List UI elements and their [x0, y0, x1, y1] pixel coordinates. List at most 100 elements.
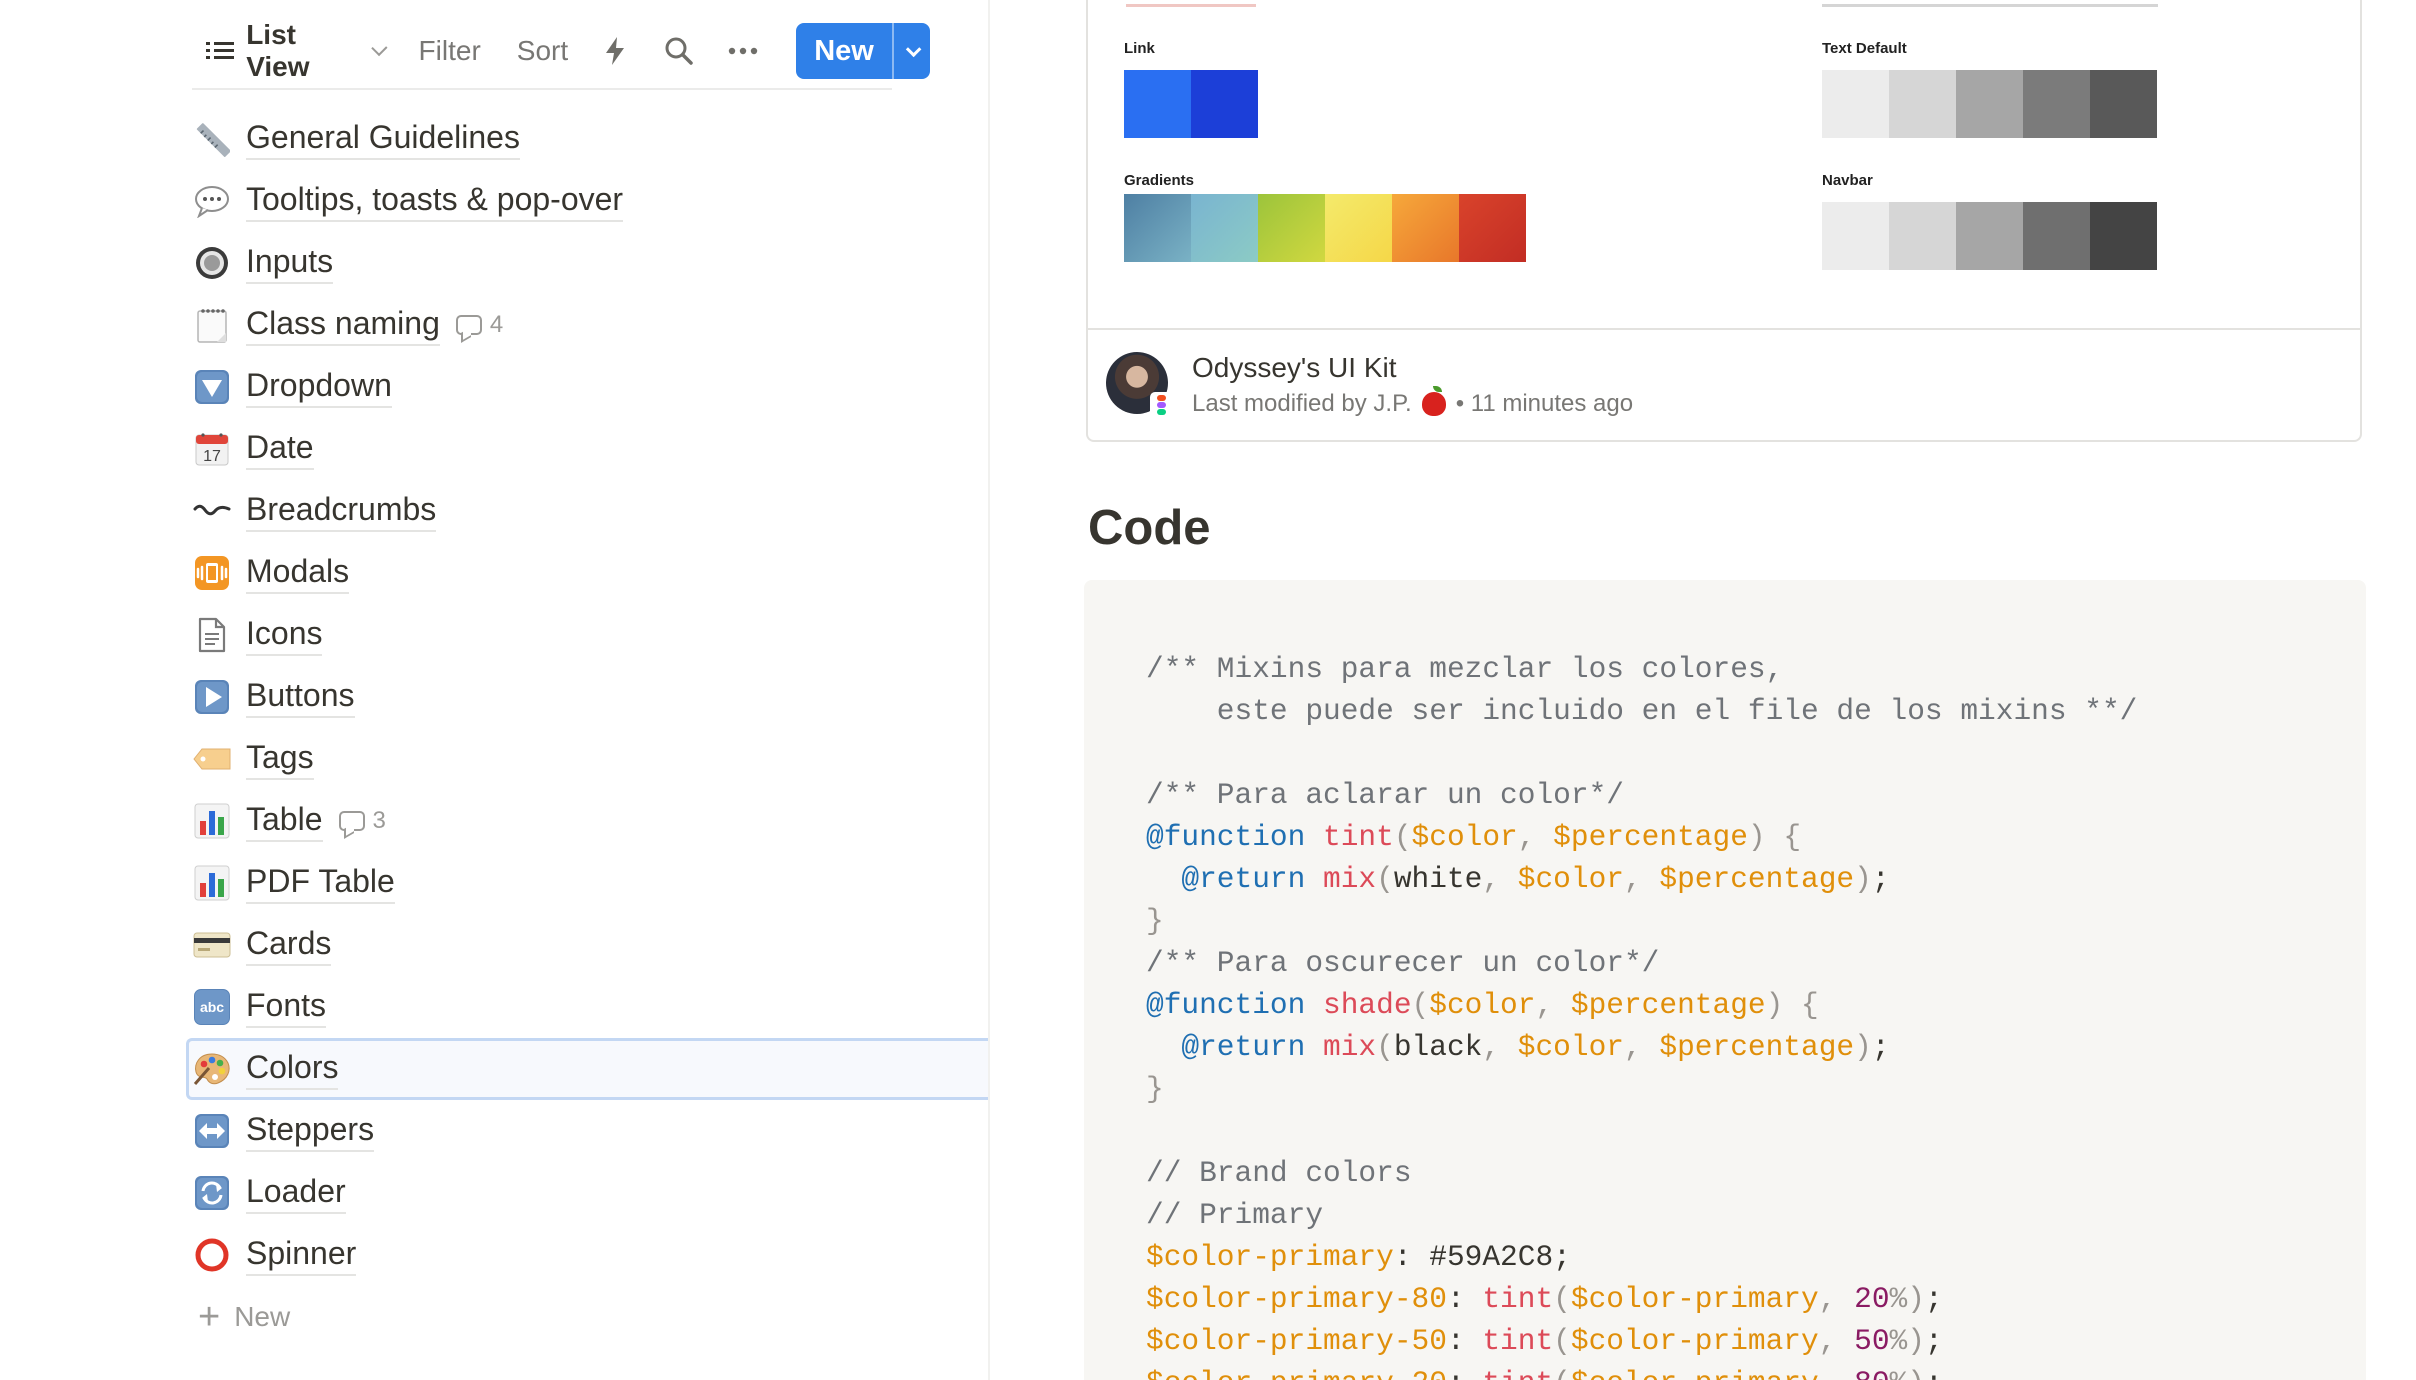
radio-button-icon: [192, 243, 232, 283]
list-item-dropdown[interactable]: Dropdown: [188, 356, 988, 418]
preview-edge: [1822, 4, 2158, 7]
list-item-steppers[interactable]: Steppers: [188, 1100, 988, 1162]
list-item-cards[interactable]: Cards: [188, 914, 988, 976]
chevron-down-icon: [906, 41, 922, 57]
code-block[interactable]: /** Mixins para mezclar los colores, est…: [1084, 580, 2366, 1380]
new-button[interactable]: New: [796, 23, 892, 79]
color-swatch: [2090, 202, 2157, 270]
plus-icon: +: [198, 1296, 221, 1338]
list-item-tags[interactable]: Tags: [188, 728, 988, 790]
bar-chart-icon: [192, 863, 232, 903]
embed-footer[interactable]: Odyssey's UI Kit Last modified by J.P. •…: [1088, 332, 2360, 440]
view-switcher[interactable]: List View: [206, 19, 388, 83]
calendar-icon: 17: [192, 429, 232, 469]
color-swatch: [1889, 70, 1956, 138]
down-arrow-icon: [192, 367, 232, 407]
list-item-class-naming[interactable]: Class naming 4: [188, 294, 988, 356]
figma-embed[interactable]: Link Gradients Text Default Navbar Odyss…: [1086, 0, 2362, 442]
color-swatch: [1822, 202, 1889, 270]
database-list-panel: List View Filter Sort New General Guidel…: [0, 0, 988, 1380]
comment-count-value: 4: [489, 311, 504, 338]
filter-button[interactable]: Filter: [419, 35, 481, 67]
list-item-label: PDF Table: [246, 862, 395, 904]
comment-icon: [338, 811, 365, 831]
list-item-label: Buttons: [246, 676, 355, 718]
page-content: Link Gradients Text Default Navbar Odyss…: [990, 0, 2416, 1380]
chevron-down-icon: [371, 39, 388, 57]
play-button-icon: [192, 677, 232, 717]
list-item-label: Tooltips, toasts & pop-over: [246, 180, 624, 222]
list-item-date[interactable]: 17 Date: [188, 418, 988, 480]
automation-lightning-icon[interactable]: [598, 33, 632, 69]
link-swatch-title: Link: [1124, 40, 1155, 57]
view-toolbar: List View Filter Sort New: [200, 19, 931, 83]
red-apple-icon: [1421, 386, 1446, 416]
view-switcher-label: List View: [246, 19, 310, 82]
figma-logo-icon: [1150, 392, 1172, 418]
list-item-label: General Guidelines: [246, 118, 520, 160]
code-content[interactable]: /** Mixins para mezclar los colores, est…: [1146, 648, 2137, 1380]
color-swatch: [2023, 202, 2090, 270]
code-heading: Code: [1088, 501, 1211, 555]
color-swatch: [1822, 70, 1889, 138]
gradient-swatch: [1459, 194, 1526, 262]
list-item-label: Loader: [246, 1172, 346, 1214]
more-options-icon[interactable]: [726, 33, 760, 69]
list-item-fonts[interactable]: abc Fonts: [188, 976, 988, 1038]
hollow-red-circle-icon: [192, 1235, 232, 1275]
color-swatch: [1889, 202, 1956, 270]
modified-by: Last modified by J.P.: [1192, 390, 1412, 417]
speech-balloon-icon: [192, 181, 232, 221]
list-item-loader[interactable]: Loader: [188, 1162, 988, 1224]
list-item-modals[interactable]: Modals: [188, 542, 988, 604]
list-item-label: Steppers: [246, 1110, 375, 1152]
list-item-breadcrumbs[interactable]: Breadcrumbs: [188, 480, 988, 542]
comment-count[interactable]: 4: [455, 311, 504, 339]
preview-edge: [1126, 4, 1256, 7]
add-new-page-button[interactable]: + New: [188, 1286, 988, 1348]
list-item-spinner[interactable]: Spinner: [188, 1224, 988, 1286]
page-list: General Guidelines Tooltips, toasts & po…: [186, 108, 988, 1348]
comment-count[interactable]: 3: [338, 807, 386, 835]
abc-icon-text: abc: [194, 989, 230, 1025]
gradient-swatch: [1258, 194, 1325, 262]
list-item-table[interactable]: Table 3: [188, 790, 988, 852]
color-swatch: [1956, 202, 2023, 270]
link-swatches: [1124, 70, 1258, 138]
artist-palette-icon: [192, 1049, 232, 1089]
spiral-notepad-icon: [192, 305, 232, 345]
list-view-icon: [206, 40, 234, 62]
navbar-swatch-title: Navbar: [1822, 172, 1873, 189]
gradients-swatch-title: Gradients: [1124, 172, 1195, 189]
toolbar-divider: [192, 88, 892, 90]
list-item-tooltips[interactable]: Tooltips, toasts & pop-over: [188, 170, 988, 232]
color-swatch: [2090, 70, 2157, 138]
list-item-label: Colors: [246, 1048, 339, 1090]
list-item-colors[interactable]: Colors: [186, 1038, 988, 1100]
document-icon: [192, 615, 232, 655]
list-item-label: Breadcrumbs: [246, 490, 437, 532]
svg-text:17: 17: [203, 448, 221, 465]
list-item-general-guidelines[interactable]: General Guidelines: [188, 108, 988, 170]
list-item-icons[interactable]: Icons: [188, 604, 988, 666]
list-item-label: Spinner: [246, 1234, 357, 1276]
color-swatch: [1124, 70, 1191, 138]
embed-meta: Last modified by J.P. • 11 minutes ago: [1192, 386, 1634, 418]
sort-button[interactable]: Sort: [517, 35, 568, 67]
add-new-page-label: New: [234, 1301, 291, 1332]
list-item-inputs[interactable]: Inputs: [188, 232, 988, 294]
gradient-swatch: [1124, 194, 1191, 262]
list-item-buttons[interactable]: Buttons: [188, 666, 988, 728]
list-item-label: Tags: [246, 738, 314, 780]
label-tag-icon: [192, 739, 232, 779]
modified-time: • 11 minutes ago: [1455, 390, 1634, 417]
list-item-label: Modals: [246, 552, 350, 594]
list-item-label: Dropdown: [246, 366, 392, 408]
list-item-label: Icons: [246, 614, 323, 656]
list-item-pdf-table[interactable]: PDF Table: [188, 852, 988, 914]
counterclockwise-arrows-icon: [192, 1173, 232, 1213]
search-icon[interactable]: [662, 33, 696, 69]
new-options-dropdown[interactable]: [891, 23, 930, 79]
figma-preview[interactable]: Link Gradients Text Default Navbar: [1088, 0, 2360, 330]
vibration-mode-icon: [192, 553, 232, 593]
